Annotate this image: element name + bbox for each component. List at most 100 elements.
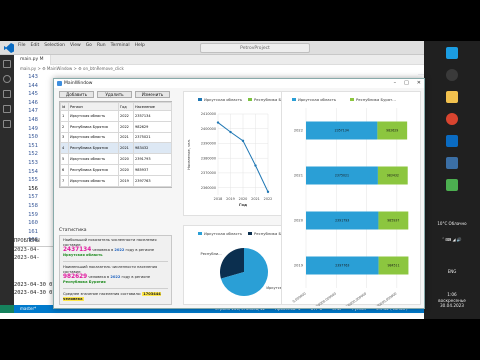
- table-cell: 2391793: [133, 153, 172, 165]
- table-cell: 985937: [133, 163, 172, 176]
- column-header[interactable]: Id: [60, 102, 69, 111]
- main-window: MainWindow – □ ✕ Добавить Удалить Измени…: [53, 78, 425, 311]
- line-number: 159: [28, 211, 38, 218]
- bar-chart: Иркутская область Республика Бурят... 0,00…: [292, 97, 409, 311]
- population-table[interactable]: Id Регион Год Население 1 Иркутская область 2…: [59, 101, 172, 188]
- vscode-taskbar-icon[interactable]: [446, 135, 458, 147]
- table-row[interactable]: 6 Республика Бурятия 2020 985937: [60, 163, 172, 176]
- app-icon: [57, 81, 62, 86]
- explorer-taskbar-icon[interactable]: [446, 91, 458, 103]
- y-tick-label: 2410000: [201, 112, 216, 116]
- remote-indicator-icon[interactable]: [0, 305, 14, 313]
- y-axis-label: Население, чел.: [187, 139, 191, 170]
- search-icon[interactable]: [3, 75, 11, 83]
- column-header[interactable]: Год: [118, 102, 134, 111]
- main-window-controls: – □ ✕: [394, 79, 421, 88]
- bar-value-label: 983432: [387, 174, 399, 178]
- line-number: 154: [28, 168, 38, 175]
- run-debug-icon[interactable]: [3, 105, 11, 113]
- x-tick-label: 2022: [264, 197, 273, 201]
- table-cell: 2020: [118, 163, 134, 176]
- max-line: 2437134 человека в 2022 году в регионе И…: [63, 247, 168, 258]
- min-year: 2022: [110, 275, 121, 279]
- clock-date: 30.04.2023: [440, 303, 464, 308]
- add-button[interactable]: Добавить: [59, 91, 94, 98]
- browser-taskbar-icon[interactable]: [446, 113, 458, 125]
- table-header: Id Регион Год Население: [60, 102, 172, 111]
- menu-item-0[interactable]: File: [18, 43, 26, 48]
- table-cell: 2021: [118, 131, 134, 144]
- main-window-title: MainWindow: [64, 81, 93, 86]
- command-center-search[interactable]: PetrovProject: [200, 43, 310, 53]
- line-number: 161: [28, 228, 38, 235]
- screen: File Edit Selection View Go Run Terminal Help P…: [0, 41, 480, 319]
- menu-item-6[interactable]: Terminal: [111, 43, 130, 48]
- app-taskbar-icon[interactable]: [446, 179, 458, 191]
- source-control-icon[interactable]: [3, 90, 11, 98]
- windows-start-icon[interactable]: [446, 47, 458, 59]
- legend-swatch: [248, 98, 252, 101]
- table-cell: 1: [60, 110, 69, 122]
- column-header[interactable]: Регион: [68, 102, 119, 111]
- table-row[interactable]: 4 Республика Бурятия 2021 983432: [60, 142, 172, 155]
- menu-item-7[interactable]: Help: [135, 43, 145, 48]
- x-tick-label: 2021: [251, 197, 260, 201]
- menu-item-3[interactable]: View: [70, 43, 81, 48]
- table-cell: 5: [60, 153, 69, 165]
- line-number: 147: [28, 108, 38, 115]
- menu-item-5[interactable]: Run: [97, 43, 106, 48]
- legend-swatch: [198, 232, 202, 235]
- extensions-icon[interactable]: [3, 120, 11, 128]
- line-number: 143: [28, 74, 38, 80]
- legend-swatch: [292, 98, 296, 101]
- min-mid2: году в регионе: [121, 275, 151, 279]
- table-cell: 983432: [133, 142, 172, 155]
- data-point: [266, 190, 270, 194]
- y-tick-label: 2380000: [201, 156, 216, 160]
- minimize-icon[interactable]: –: [394, 79, 397, 88]
- close-icon[interactable]: ✕: [417, 79, 421, 88]
- language-indicator[interactable]: ENG: [424, 269, 480, 274]
- line-number: 145: [28, 91, 38, 98]
- vscode-logo-icon: [4, 43, 14, 53]
- table-row[interactable]: 5 Иркутская область 2020 2391793: [60, 153, 172, 165]
- max-mid: человека в: [92, 248, 114, 252]
- terminal-left-line: 2023-04-: [14, 255, 40, 261]
- table-cell: Республика Бурятия: [68, 163, 119, 176]
- legend-swatch: [350, 98, 354, 101]
- tray-icons[interactable]: ˄ ⌨ ◢ 🔊: [424, 237, 480, 242]
- x-tick-label: 2019: [226, 197, 235, 201]
- data-point: [216, 121, 220, 124]
- search-taskbar-icon[interactable]: [446, 69, 458, 81]
- branch-indicator[interactable]: master*: [20, 305, 36, 313]
- table-row[interactable]: 2 Республика Бурятия 2022 982629: [60, 120, 172, 133]
- edit-button[interactable]: Изменить: [135, 91, 170, 98]
- table-cell: Республика Бурятия: [68, 142, 119, 155]
- table-row[interactable]: 3 Иркутская область 2021 2375021: [60, 131, 172, 144]
- maximize-icon[interactable]: □: [404, 79, 409, 88]
- table-cell: 2357134: [133, 110, 172, 122]
- delete-button[interactable]: Удалить: [97, 91, 132, 98]
- tab-main-py[interactable]: main.py M: [14, 55, 51, 65]
- crud-buttons: Добавить Удалить Изменить: [59, 91, 172, 98]
- python-taskbar-icon[interactable]: [446, 157, 458, 169]
- table-cell: 2022: [118, 110, 134, 122]
- legend-label: Республика Бурят...: [356, 97, 396, 102]
- pie-slice-label: Республи...: [201, 252, 222, 256]
- min-line: 982629 человека в 2022 году в регионе Ре…: [63, 274, 168, 285]
- column-header[interactable]: Население: [133, 102, 172, 111]
- table-row[interactable]: 1 Иркутская область 2022 2357134: [60, 110, 172, 122]
- explorer-icon[interactable]: [3, 60, 11, 68]
- clock[interactable]: 1:06 воскресенье 30.04.2023: [424, 292, 480, 309]
- table-row[interactable]: 7 Иркутская область 2019 2397763: [60, 174, 172, 187]
- line-number: 157: [28, 194, 38, 201]
- legend-swatch: [198, 98, 202, 101]
- x-tick-label: 3000000,000000: [373, 292, 398, 306]
- x-tick-label: 1000000,000000: [312, 292, 337, 306]
- menu-item-2[interactable]: Selection: [44, 43, 65, 48]
- line-number: 149: [28, 125, 38, 132]
- menu-item-4[interactable]: Go: [86, 43, 92, 48]
- bar-value-label: 2397763: [335, 264, 349, 268]
- menu-item-1[interactable]: Edit: [31, 43, 40, 48]
- bar-value-label: 2375021: [335, 174, 349, 178]
